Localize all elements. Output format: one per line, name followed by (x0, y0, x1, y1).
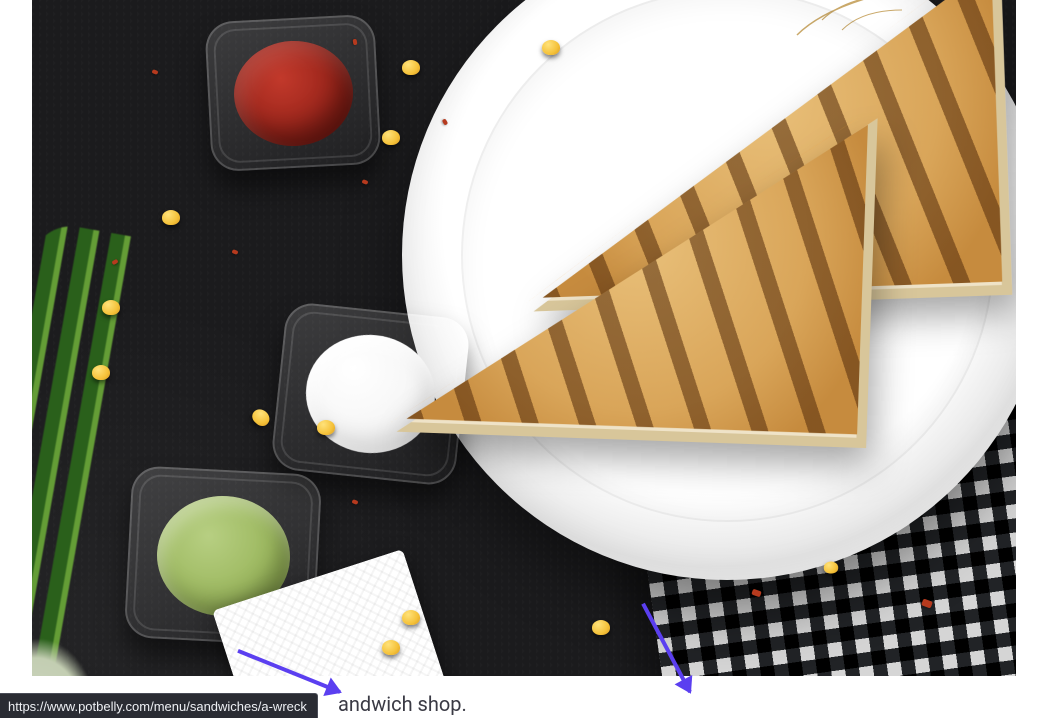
sandwich-half-front (396, 102, 877, 448)
link-preview-tooltip: https://www.potbelly.com/menu/sandwiches… (0, 693, 318, 718)
article-hero-image (32, 0, 1016, 676)
corn-kernel (317, 420, 335, 435)
corn-kernel (382, 640, 400, 655)
corn-kernel (402, 60, 420, 75)
chili-flake (231, 249, 238, 255)
corn-kernel (102, 300, 120, 315)
corn-kernel (382, 130, 400, 145)
chili-flake (353, 39, 358, 46)
corn-kernel (92, 365, 110, 380)
corn-kernel (402, 610, 420, 625)
chili-flake (351, 499, 358, 505)
corn-kernel (249, 406, 272, 429)
ketchup-cup (204, 14, 382, 173)
chili-flake (361, 179, 368, 185)
corn-kernel (162, 210, 180, 225)
corn-kernel (824, 562, 838, 574)
chili-flake (151, 69, 158, 75)
corn-kernel (592, 620, 610, 635)
article-body-fragment: andwich shop. (338, 692, 467, 716)
